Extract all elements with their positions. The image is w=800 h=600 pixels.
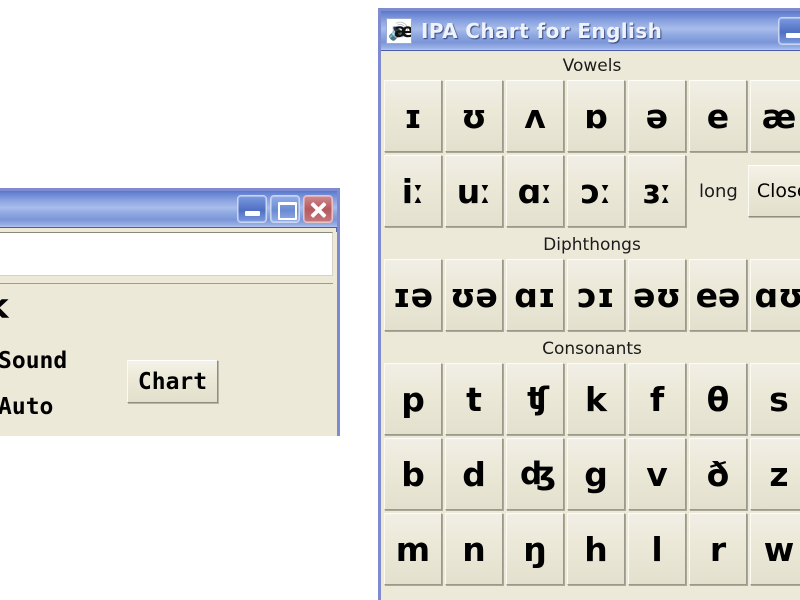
long-row-extra: long Close bbox=[699, 155, 800, 227]
ipa-chart-window: 🔊 æ IPA Chart for English Vowels ɪ ʊ ʌ ɒ … bbox=[378, 8, 800, 600]
quickspeak-titlebar[interactable]: kSpeak bbox=[0, 191, 337, 228]
ipa-key[interactable]: uː bbox=[445, 155, 503, 227]
sound-checkbox-row[interactable]: Sound bbox=[0, 348, 67, 374]
quickspeak-titlebar-buttons bbox=[237, 195, 333, 223]
ipa-key[interactable]: ɔː bbox=[567, 155, 625, 227]
ipa-key[interactable]: s bbox=[750, 363, 800, 435]
diphthongs-row: ɪə ʊə ɑɪ ɔɪ əʊ eə ɑʊ bbox=[384, 259, 800, 331]
ipa-key[interactable]: dʒ bbox=[506, 438, 564, 510]
consonants-row-2: b d dʒ g v ð z bbox=[384, 438, 800, 510]
ipa-key[interactable]: eə bbox=[689, 259, 747, 331]
ipa-chart-body: Vowels ɪ ʊ ʌ ɒ ə e æ iː uː ɑː ɔː ɜː long… bbox=[381, 51, 800, 600]
ipa-key[interactable]: k bbox=[567, 363, 625, 435]
vowels-row-short: ɪ ʊ ʌ ɒ ə e æ bbox=[384, 80, 800, 152]
ipa-key[interactable]: ɒ bbox=[567, 80, 625, 152]
ipa-key[interactable]: p bbox=[384, 363, 442, 435]
ipa-key[interactable]: m bbox=[384, 513, 442, 585]
ipa-key[interactable]: θ bbox=[689, 363, 747, 435]
maximize-icon[interactable] bbox=[270, 195, 300, 223]
ipa-key[interactable]: e bbox=[689, 80, 747, 152]
speaker-ae-icon: 🔊 æ bbox=[386, 17, 412, 44]
long-label: long bbox=[699, 180, 738, 202]
ipa-key[interactable]: w bbox=[750, 513, 800, 585]
phonetic-output: uːzɪk bbox=[0, 283, 333, 329]
quickspeak-controls: er Sound Auto Chart bbox=[0, 344, 337, 440]
consonants-row-3: m n ŋ h l r w bbox=[384, 513, 800, 585]
ipa-key[interactable]: z bbox=[750, 438, 800, 510]
ipa-key[interactable]: iː bbox=[384, 155, 442, 227]
ipa-key[interactable]: v bbox=[628, 438, 686, 510]
ipa-key[interactable]: ɪə bbox=[384, 259, 442, 331]
section-label-consonants: Consonants bbox=[542, 339, 642, 359]
quickspeak-body: sic uːzɪk er Sound Auto Chart bbox=[0, 232, 337, 436]
ipa-key[interactable]: r bbox=[689, 513, 747, 585]
ipa-key[interactable]: t bbox=[445, 363, 503, 435]
minimize-icon[interactable] bbox=[778, 16, 800, 45]
ipa-key[interactable]: tʃ bbox=[506, 363, 564, 435]
ipa-key[interactable]: b bbox=[384, 438, 442, 510]
ipa-key[interactable]: ʊə bbox=[445, 259, 503, 331]
ipa-titlebar[interactable]: 🔊 æ IPA Chart for English bbox=[381, 11, 800, 51]
ipa-key[interactable]: ə bbox=[628, 80, 686, 152]
ipa-key[interactable]: ɪ bbox=[384, 80, 442, 152]
ipa-key[interactable]: ɑʊ bbox=[750, 259, 800, 331]
chart-button[interactable]: Chart bbox=[127, 360, 218, 403]
ipa-key[interactable]: æ bbox=[750, 80, 800, 152]
ipa-key[interactable]: ŋ bbox=[506, 513, 564, 585]
ipa-key[interactable]: f bbox=[628, 363, 686, 435]
close-icon[interactable] bbox=[303, 195, 333, 223]
close-button[interactable]: Close bbox=[747, 165, 800, 217]
ipa-key[interactable]: ʌ bbox=[506, 80, 564, 152]
ipa-title: IPA Chart for English bbox=[421, 18, 663, 43]
section-label-vowels: Vowels bbox=[562, 56, 622, 76]
vowels-row-long: iː uː ɑː ɔː ɜː long Close bbox=[384, 155, 800, 227]
ipa-key[interactable]: g bbox=[567, 438, 625, 510]
ipa-titlebar-buttons bbox=[778, 16, 800, 45]
consonants-row-1: p t tʃ k f θ s bbox=[384, 363, 800, 435]
ipa-key[interactable]: ð bbox=[689, 438, 747, 510]
ipa-key[interactable]: ʊ bbox=[445, 80, 503, 152]
ipa-key[interactable]: l bbox=[628, 513, 686, 585]
ipa-key[interactable]: ɑː bbox=[506, 155, 564, 227]
ipa-key[interactable]: ɜː bbox=[628, 155, 686, 227]
desktop: kSpeak sic uːzɪk er Sound bbox=[0, 0, 800, 600]
sound-checkbox-label: Sound bbox=[0, 348, 68, 374]
section-label-diphthongs: Diphthongs bbox=[543, 235, 641, 255]
ipa-key[interactable]: h bbox=[567, 513, 625, 585]
ipa-key[interactable]: n bbox=[445, 513, 503, 585]
quickspeak-window: kSpeak sic uːzɪk er Sound bbox=[0, 188, 340, 436]
auto-checkbox-row[interactable]: Auto bbox=[0, 394, 53, 420]
minimize-icon[interactable] bbox=[237, 195, 267, 223]
word-input[interactable]: sic bbox=[0, 232, 333, 276]
ipa-key[interactable]: ɔɪ bbox=[567, 259, 625, 331]
ipa-key[interactable]: ɑɪ bbox=[506, 259, 564, 331]
ipa-key[interactable]: əʊ bbox=[628, 259, 686, 331]
auto-checkbox-label: Auto bbox=[0, 394, 54, 420]
ipa-key[interactable]: d bbox=[445, 438, 503, 510]
